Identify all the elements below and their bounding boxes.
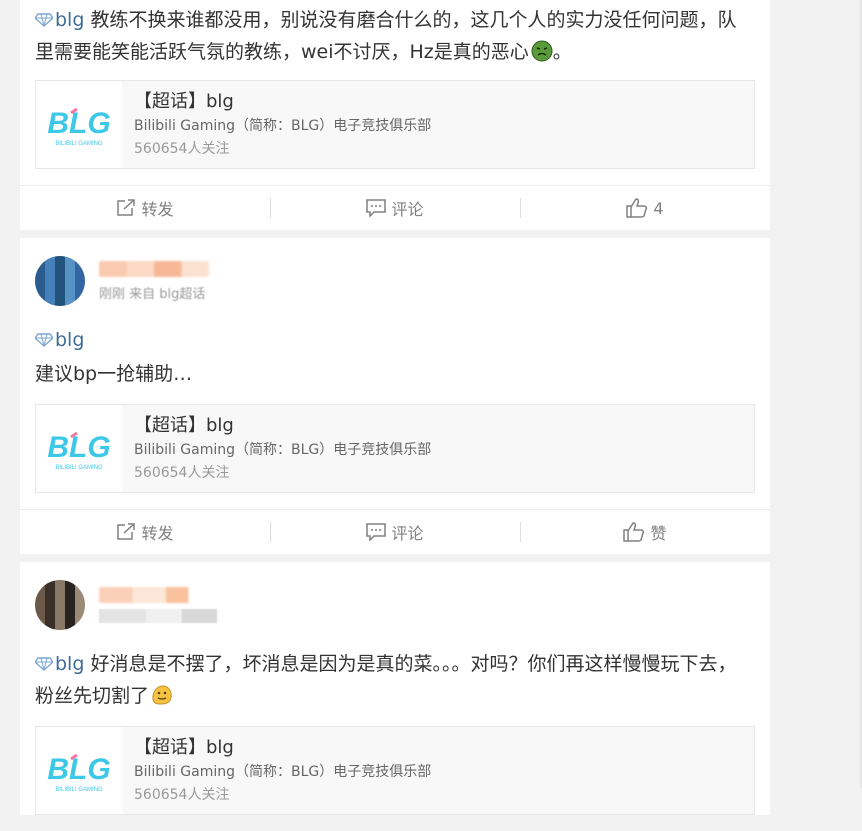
card-title: 【超话】blg <box>134 91 234 112</box>
thumbs-up-icon <box>626 198 648 218</box>
sick-face-emoji <box>531 40 553 62</box>
comment-label: 评论 <box>391 200 424 219</box>
diamond-icon <box>35 333 53 347</box>
blg-logo: BLG BILIBILI GAMING <box>36 405 122 492</box>
post-text-body: 教练不换来谁都没用，别说没有磨合什么的，这几个人的实力没任何问题，队里需要能笑能… <box>35 9 737 63</box>
post-body: 刚刚 来自 blg超话 blg 建议bp一抢辅助… BLG BILIBILI G… <box>20 238 770 493</box>
repost-button[interactable]: 转发 <box>20 510 270 554</box>
card-fans: 560654人关注 <box>134 141 230 157</box>
melting-face-emoji <box>152 685 172 705</box>
diamond-icon <box>35 13 53 27</box>
card-info: 【超话】blg Bilibili Gaming（简称：BLG）电子竞技俱乐部 5… <box>122 81 431 168</box>
like-count: 4 <box>653 198 664 218</box>
comment-button[interactable]: 评论 <box>270 510 520 554</box>
blg-logo: BLG BILIBILI GAMING <box>36 727 122 814</box>
svg-text:BILIBILI GAMING: BILIBILI GAMING <box>55 141 103 147</box>
topic-card[interactable]: BLG BILIBILI GAMING 【超话】blg Bilibili Gam… <box>35 80 755 169</box>
comment-icon <box>366 199 387 217</box>
post-text: blg 教练不换来谁都没用，别说没有磨合什么的，这几个人的实力没任何问题，队里需… <box>35 0 755 68</box>
thumbs-up-icon <box>623 522 645 542</box>
repost-icon <box>117 199 136 216</box>
card-title: 【超话】blg <box>134 737 234 758</box>
topic-card[interactable]: BLG BILIBILI GAMING 【超话】blg Bilibili Gam… <box>35 404 755 493</box>
card-info: 【超话】blg Bilibili Gaming（简称：BLG）电子竞技俱乐部 5… <box>122 405 431 492</box>
post-source: 刚刚 来自 blg超话 <box>99 286 206 302</box>
svg-text:BILIBILI GAMING: BILIBILI GAMING <box>55 787 103 793</box>
card-desc: Bilibili Gaming（简称：BLG）电子竞技俱乐部 <box>134 118 432 134</box>
avatar[interactable] <box>35 256 85 306</box>
card-fans: 560654人关注 <box>134 787 230 803</box>
user-info <box>99 587 217 623</box>
like-label: 赞 <box>650 524 667 543</box>
blg-logo-mark: BLG BILIBILI GAMING <box>47 107 110 147</box>
topic-link[interactable]: blg <box>55 653 84 675</box>
topic-card[interactable]: BLG BILIBILI GAMING 【超话】blg Bilibili Gam… <box>35 726 755 815</box>
card-fans: 560654人关注 <box>134 465 230 481</box>
like-button[interactable]: 4 <box>520 186 770 230</box>
blg-logo-mark: BLG BILIBILI GAMING <box>47 431 110 471</box>
repost-label: 转发 <box>141 524 174 543</box>
post: blg 好消息是不摆了，坏消息是因为是真的菜。。。对吗？你们再这样慢慢玩下去，粉… <box>20 562 770 815</box>
post-meta: 刚刚 来自 blg超话 <box>35 238 755 324</box>
username-blurred[interactable] <box>99 260 209 277</box>
post-meta <box>35 562 755 648</box>
post-body: blg 教练不换来谁都没用，别说没有磨合什么的，这几个人的实力没任何问题，队里需… <box>20 0 770 169</box>
topic-link[interactable]: blg <box>55 9 84 31</box>
post-text: 建议bp一抢辅助… <box>35 363 193 385</box>
blg-logo-mark: BLG BILIBILI GAMING <box>47 753 110 793</box>
card-info: 【超话】blg Bilibili Gaming（简称：BLG）电子竞技俱乐部 5… <box>122 727 431 814</box>
topic-link[interactable]: blg <box>55 329 84 351</box>
action-bar: 转发 评论 赞 <box>20 509 770 554</box>
post-body: blg 好消息是不摆了，坏消息是因为是真的菜。。。对吗？你们再这样慢慢玩下去，粉… <box>20 562 770 815</box>
post-text-body: 好消息是不摆了，坏消息是因为是真的菜。。。对吗？你们再这样慢慢玩下去，粉丝先切割… <box>35 653 737 707</box>
diamond-icon <box>35 657 53 671</box>
card-desc: Bilibili Gaming（简称：BLG）电子竞技俱乐部 <box>134 442 432 458</box>
comment-button[interactable]: 评论 <box>270 186 520 230</box>
repost-label: 转发 <box>141 200 174 219</box>
avatar[interactable] <box>35 580 85 630</box>
like-button[interactable]: 赞 <box>520 510 770 554</box>
post: blg 教练不换来谁都没用，别说没有磨合什么的，这几个人的实力没任何问题，队里需… <box>20 0 770 230</box>
svg-text:BILIBILI GAMING: BILIBILI GAMING <box>55 465 103 471</box>
card-desc: Bilibili Gaming（简称：BLG）电子竞技俱乐部 <box>134 764 432 780</box>
svg-text:BLG: BLG <box>47 107 110 140</box>
svg-text:BLG: BLG <box>47 431 110 464</box>
repost-icon <box>117 523 136 540</box>
card-title: 【超话】blg <box>134 415 234 436</box>
comment-label: 评论 <box>391 524 424 543</box>
post-text: blg 好消息是不摆了，坏消息是因为是真的菜。。。对吗？你们再这样慢慢玩下去，粉… <box>35 648 755 712</box>
post-source-blurred <box>99 609 217 623</box>
svg-text:BLG: BLG <box>47 753 110 786</box>
post: 刚刚 来自 blg超话 blg 建议bp一抢辅助… BLG BILIBILI G… <box>20 238 770 554</box>
comment-icon <box>366 523 387 541</box>
post-tag-line: blg <box>35 324 755 356</box>
post-text-end: 。 <box>552 41 572 63</box>
blg-logo: BLG BILIBILI GAMING <box>36 81 122 168</box>
weibo-feed: blg 教练不换来谁都没用，别说没有磨合什么的，这几个人的实力没任何问题，队里需… <box>20 0 770 831</box>
user-info: 刚刚 来自 blg超话 <box>99 260 209 302</box>
username-blurred[interactable] <box>99 587 211 603</box>
repost-button[interactable]: 转发 <box>20 186 270 230</box>
action-bar: 转发 评论 4 <box>20 185 770 230</box>
